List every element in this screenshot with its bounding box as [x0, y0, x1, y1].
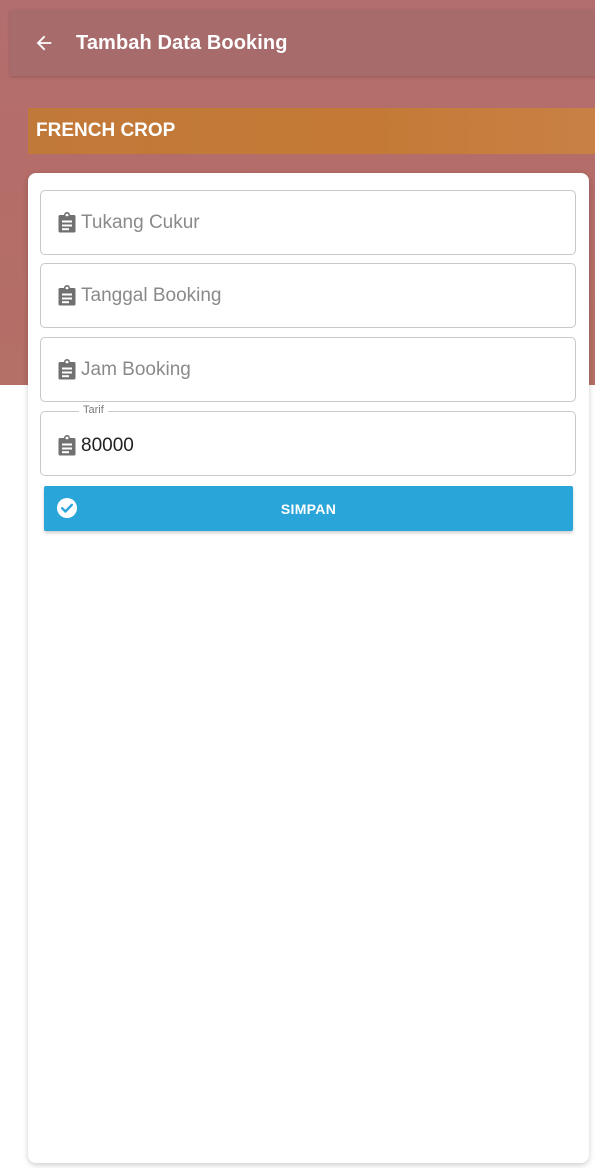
back-button[interactable]	[16, 15, 72, 71]
price-field[interactable]: Tarif	[40, 404, 576, 476]
booking-form-sheet: Tarif SIMPAN	[28, 173, 589, 1163]
app-bar: Tambah Data Booking	[10, 10, 595, 76]
clipboard-icon	[57, 285, 77, 307]
service-title: FRENCH CROP	[36, 120, 176, 141]
clipboard-icon	[57, 359, 77, 381]
barber-input[interactable]	[81, 211, 521, 234]
clipboard-icon	[57, 212, 77, 234]
booking-time-input[interactable]	[81, 358, 521, 381]
save-button-label: SIMPAN	[280, 500, 337, 517]
page-title: Tambah Data Booking	[76, 31, 288, 54]
barber-field[interactable]	[40, 190, 576, 255]
service-banner: FRENCH CROP	[28, 108, 595, 154]
clipboard-icon	[57, 434, 77, 456]
price-input[interactable]	[81, 435, 521, 457]
check-circle-icon	[57, 498, 77, 518]
price-label: Tarif	[79, 404, 108, 416]
booking-date-field[interactable]	[40, 263, 576, 328]
booking-time-field[interactable]	[40, 337, 576, 402]
booking-date-input[interactable]	[81, 284, 521, 307]
save-button[interactable]: SIMPAN	[44, 486, 573, 531]
arrow-left-icon	[36, 35, 52, 51]
